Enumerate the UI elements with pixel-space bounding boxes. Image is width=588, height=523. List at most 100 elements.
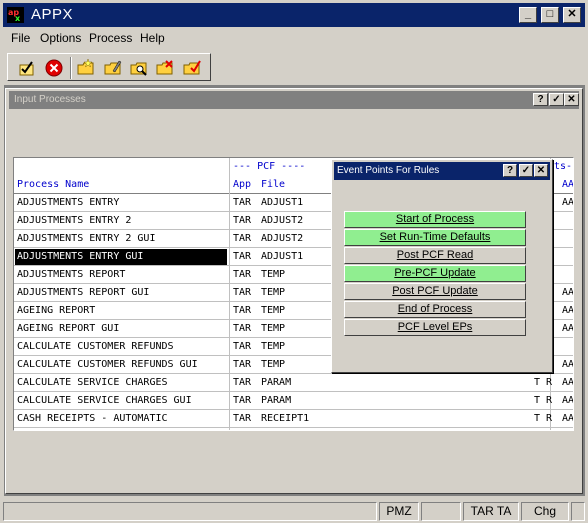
title-bar[interactable]: ap x APPX _ □ ✕ [3, 3, 585, 27]
process-name-cell: ADJUSTMENTS REPORT [17, 269, 126, 280]
file-cell: TEMP [261, 269, 286, 280]
event-point-button[interactable]: End of Process [344, 301, 526, 318]
aa-cell: AA [562, 413, 574, 424]
file-cell: PARAM [261, 395, 292, 406]
pcf-group-header: --- PCF ---- [233, 161, 306, 172]
app-cell: TAR [233, 413, 252, 424]
folder-edit-icon[interactable] [103, 58, 123, 78]
status-cell-blank [571, 502, 585, 521]
event-point-button[interactable]: Post PCF Update [344, 283, 526, 300]
folder-view-icon[interactable] [129, 58, 149, 78]
process-name-header[interactable]: Process Name [17, 179, 89, 190]
status-cell-blank [3, 502, 377, 521]
file-cell: ADJUST1 [261, 197, 304, 208]
minimize-button[interactable]: _ [519, 7, 537, 23]
status-bar: PMZ TAR TA Chg [3, 501, 587, 522]
event-point-button[interactable]: Set Run-Time Defaults [344, 229, 526, 246]
toolbar-separator [70, 57, 72, 79]
app-cell: TAR [233, 269, 252, 280]
aa-cell: AA [562, 359, 574, 370]
folder-check-icon[interactable] [182, 58, 202, 78]
app-cell: TAR [233, 251, 252, 262]
event-points-dialog: Event Points For Rules ? ✓ ✕ Start of Pr… [331, 159, 553, 373]
child-window-title: Input Processes [14, 94, 86, 105]
event-point-button[interactable]: Start of Process [344, 211, 526, 228]
aa-cell: AA [562, 197, 574, 208]
file-cell: ADJUST2 [261, 233, 304, 244]
event-point-button[interactable]: Pre-PCF Update [344, 265, 526, 282]
appx-logo-icon: ap x [7, 7, 24, 23]
app-cell: TAR [233, 323, 252, 334]
aa-header[interactable]: AA [562, 179, 573, 190]
menu-process[interactable]: Process [89, 31, 132, 45]
table-row[interactable]: CALCULATE SERVICE CHARGES GUI TAR PARAM T R… [14, 392, 574, 410]
process-name-cell: AGEING REPORT [17, 305, 96, 316]
process-name-cell: ADJUSTMENTS ENTRY 2 GUI [17, 233, 156, 244]
status-cell-blank [421, 502, 461, 521]
checkmark-document-icon[interactable] [17, 58, 37, 78]
popup-title-bar[interactable]: Event Points For Rules ? ✓ ✕ [334, 162, 550, 180]
file-cell: ADJUST1 [261, 251, 304, 262]
file-cell: TEMP [261, 359, 286, 370]
ts-cell: T R [534, 395, 553, 406]
appx-window: ap x APPX _ □ ✕ File Options Process Hel… [0, 0, 588, 523]
child-close-button[interactable]: ✕ [564, 93, 579, 106]
menu-file[interactable]: File [11, 31, 30, 45]
app-cell: TAR [233, 305, 252, 316]
app-cell: TAR [233, 287, 252, 298]
event-point-button[interactable]: PCF Level EPs [344, 319, 526, 336]
ts-cell: T R [534, 413, 553, 424]
aa-cell: AA [562, 377, 574, 388]
process-name-cell: ADJUSTMENTS ENTRY 2 [17, 215, 132, 226]
process-name-cell: AGEING REPORT GUI [17, 323, 120, 334]
app-cell: TAR [233, 197, 252, 208]
child-help-button[interactable]: ? [533, 93, 548, 106]
app-header[interactable]: App [233, 179, 251, 190]
child-title-bar[interactable]: Input Processes ? ✓ ✕ [9, 91, 579, 109]
file-cell: TEMP [261, 323, 286, 334]
folder-new-icon[interactable] [76, 58, 96, 78]
close-button[interactable]: ✕ [563, 7, 581, 23]
cancel-red-circle-icon[interactable] [44, 58, 64, 78]
aa-cell: AA [562, 323, 574, 334]
popup-help-button[interactable]: ? [503, 164, 517, 177]
app-cell: TAR [233, 341, 252, 352]
file-cell: PARAM [261, 377, 292, 388]
menu-help[interactable]: Help [140, 31, 165, 45]
aa-cell: AA [562, 305, 574, 316]
process-name-cell: CASH RECEIPTS - AUTOMATIC [17, 413, 168, 424]
menu-options[interactable]: Options [40, 31, 81, 45]
folder-delete-icon[interactable] [155, 58, 175, 78]
table-row[interactable]: CALCULATE SERVICE CHARGES TAR PARAM T R AA [14, 374, 574, 392]
file-cell: ADJUST2 [261, 215, 304, 226]
process-name-cell: ADJUSTMENTS ENTRY [17, 197, 120, 208]
ts-cell: T R [534, 377, 553, 388]
table-row[interactable]: CASH RECEIPTS - AUTOMATIC TAR RECEIPT1 T R A… [14, 410, 574, 428]
child-ok-button[interactable]: ✓ [549, 93, 564, 106]
app-cell: TAR [233, 395, 252, 406]
aa-cell: AA [562, 287, 574, 298]
file-cell: TEMP [261, 287, 286, 298]
file-cell: TEMP [261, 341, 286, 352]
app-cell: TAR [233, 233, 252, 244]
event-point-button[interactable]: Post PCF Read [344, 247, 526, 264]
status-cell-app: TAR TA [463, 502, 519, 521]
app-cell: TAR [233, 359, 252, 370]
status-cell-mode: Chg [521, 502, 569, 521]
process-name-cell: CALCULATE CUSTOMER REFUNDS GUI [17, 359, 198, 370]
process-name-cell: CALCULATE SERVICE CHARGES GUI [17, 395, 192, 406]
menu-bar: File Options Process Help [3, 28, 585, 48]
window-title: APPX [31, 6, 74, 23]
ts-group-header: ts- [554, 161, 573, 172]
file-header[interactable]: File [261, 179, 285, 190]
toolbar [7, 53, 211, 81]
popup-close-button[interactable]: ✕ [534, 164, 548, 177]
popup-ok-button[interactable]: ✓ [519, 164, 533, 177]
maximize-button[interactable]: □ [541, 7, 559, 23]
app-cell: TAR [233, 215, 252, 226]
status-cell-pmz: PMZ [379, 502, 419, 521]
process-name-cell: ADJUSTMENTS REPORT GUI [17, 287, 150, 298]
process-name-cell: CALCULATE SERVICE CHARGES [17, 377, 168, 388]
process-name-cell: CALCULATE CUSTOMER REFUNDS [17, 341, 174, 352]
aa-cell: AA [562, 395, 574, 406]
